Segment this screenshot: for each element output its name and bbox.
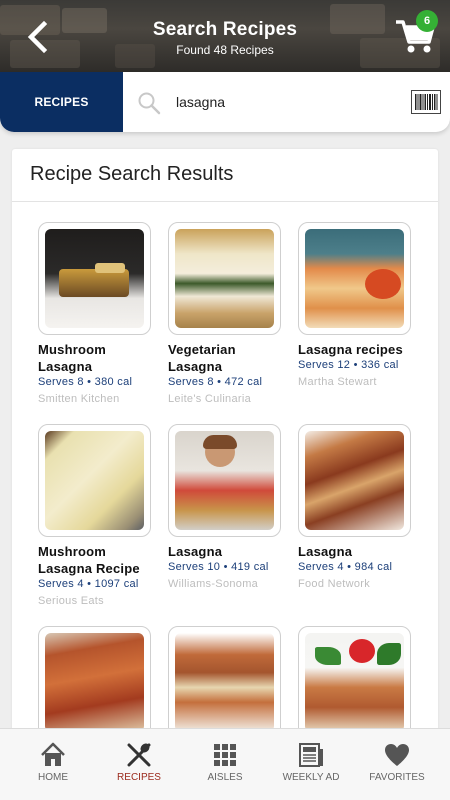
- search-icon: [138, 92, 161, 115]
- aisles-icon: [214, 744, 236, 766]
- nav-weekly-ad[interactable]: WEEKLY AD: [266, 729, 356, 800]
- recipe-serves: Serves 8 • 380 cal: [38, 376, 133, 388]
- recipe-source: Williams-Sonoma: [168, 578, 259, 590]
- page-title: Search Recipes: [152, 19, 298, 40]
- nav-label: FAVORITES: [369, 772, 425, 783]
- heart-icon: [385, 744, 409, 766]
- recipe-serves: Serves 4 • 984 cal: [298, 561, 393, 573]
- recipe-thumbnail: [298, 222, 411, 335]
- recipe-serves: Serves 10 • 419 cal: [168, 561, 269, 573]
- recipe-name: Mushroom Lasagna: [38, 342, 107, 374]
- recipe-name: Lasagna recipes: [298, 342, 403, 357]
- nav-label: WEEKLY AD: [282, 772, 340, 783]
- nav-aisles[interactable]: AISLES: [180, 729, 270, 800]
- recipe-name: Vegetarian Lasagna: [168, 342, 236, 374]
- recipe-name: Lasagna: [298, 544, 353, 559]
- recipe-thumbnail: [168, 626, 281, 739]
- nav-recipes[interactable]: RECIPES: [94, 729, 184, 800]
- recipe-thumbnail: [38, 424, 151, 537]
- cart-count-badge: 6: [416, 10, 438, 32]
- results-title: Recipe Search Results: [30, 163, 234, 185]
- results-count: Found 48 Recipes: [176, 43, 274, 57]
- recipe-thumbnail: [38, 222, 151, 335]
- recipe-thumbnail: [168, 222, 281, 335]
- nav-home[interactable]: HOME: [8, 729, 98, 800]
- nav-label: AISLES: [207, 772, 243, 783]
- recipe-thumbnail: [298, 424, 411, 537]
- recipe-thumbnail: [38, 626, 151, 739]
- home-icon: [41, 742, 65, 766]
- recipe-thumbnail: [298, 626, 411, 739]
- search-input[interactable]: [176, 90, 396, 114]
- recipes-icon: [127, 743, 151, 767]
- divider: [12, 201, 438, 202]
- recipe-source: Leite's Culinaria: [168, 393, 252, 405]
- recipe-serves: Serves 12 • 336 cal: [298, 359, 399, 371]
- results-card: Recipe Search Results Mushroom Lasagna S…: [12, 149, 438, 749]
- nav-favorites[interactable]: FAVORITES: [352, 729, 442, 800]
- barcode-scan-icon[interactable]: [411, 90, 441, 114]
- search-category-tab[interactable]: RECIPES: [0, 72, 123, 132]
- back-button[interactable]: [22, 20, 54, 54]
- recipe-source: Serious Eats: [38, 595, 104, 607]
- search-bar: RECIPES: [0, 72, 450, 132]
- recipe-source: Smitten Kitchen: [38, 393, 120, 405]
- recipe-thumbnail: [168, 424, 281, 537]
- recipe-name: Mushroom Lasagna Recipe: [38, 544, 140, 576]
- recipe-serves: Serves 8 • 472 cal: [168, 376, 263, 388]
- nav-label: HOME: [38, 772, 68, 783]
- nav-label: RECIPES: [117, 772, 161, 783]
- recipe-serves: Serves 4 • 1097 cal: [38, 578, 139, 590]
- weekly-ad-icon: [299, 743, 323, 767]
- recipe-name: Lasagna: [168, 544, 223, 559]
- recipe-source: Martha Stewart: [298, 376, 377, 388]
- bottom-nav: HOME RECIPES AISLES WEEKLY AD FAVORITES: [0, 728, 450, 800]
- recipe-source: Food Network: [298, 578, 371, 590]
- app-header: Search Recipes Found 48 Recipes: [0, 0, 450, 72]
- chevron-left-icon: [27, 20, 48, 54]
